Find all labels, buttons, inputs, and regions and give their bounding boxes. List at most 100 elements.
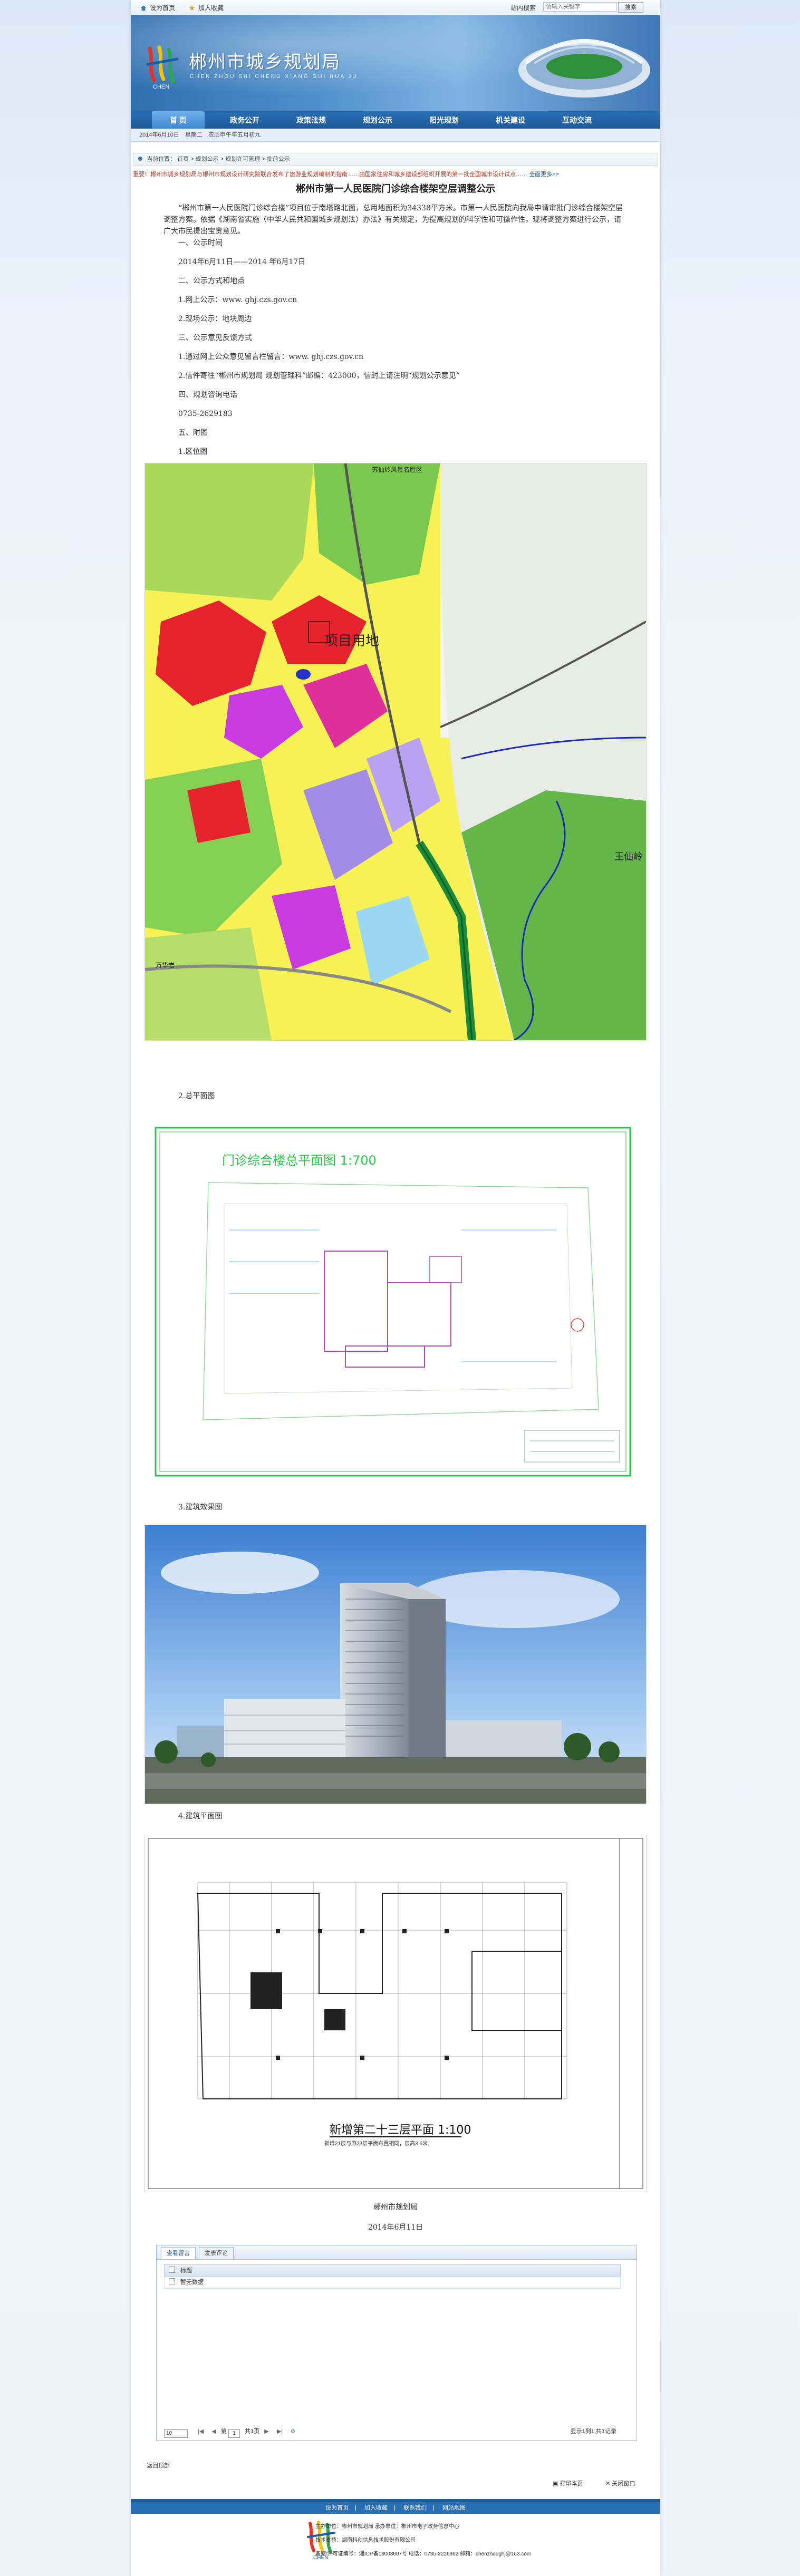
article-intro: “郴州市第一人民医院门诊综合楼”项目位于南塔路北面，总用地面积为34338平方米… — [163, 204, 623, 236]
first-page-button[interactable]: |◀ — [198, 2426, 204, 2437]
building-rendering — [144, 1525, 647, 1804]
figure-4-caption: 4.建筑平面图 — [178, 1812, 223, 1820]
comments-panel: 查看留言 发表评论 标题 暂无数据 10 |◀ ◀ 第 1 共1页 ▶ ▶| ⟳… — [156, 2245, 637, 2441]
site-subtitle: CHEN ZHOU SHI CHENG XIANG GUI HUA JU — [190, 74, 358, 80]
notice-period: 2014年6月11日——2014 年6月17日 — [178, 258, 306, 266]
search-input[interactable] — [543, 2, 617, 12]
header-banner: CHEN 郴州市城乡规划局 CHEN ZHOU SHI CHENG XIANG … — [131, 15, 660, 111]
consult-phone: 0735-2629183 — [178, 410, 233, 418]
figure-3-caption: 3.建筑效果图 — [178, 1503, 223, 1512]
home-icon — [141, 5, 146, 11]
tab-view-comments[interactable]: 查看留言 — [161, 2247, 196, 2259]
comments-table-header: 标题 — [164, 2264, 621, 2277]
news-ticker[interactable]: 重要！郴州市城乡规划局与郴州市规划设计研究院联合发布了旅游业规划编制的指南……由… — [133, 170, 657, 179]
floor-plan-drawing: 新增第二十三层平面 1:100 新增21层与原23层平面布置相同，层高3.6米 — [145, 1835, 646, 2192]
search-label: 站内搜索 — [510, 4, 536, 12]
floor-plan: 新增第二十三层平面 1:100 新增21层与原23层平面布置相同，层高3.6米 — [144, 1835, 647, 2192]
site-title: 郴州市城乡规划局 — [189, 52, 341, 73]
site-plan-title: 门诊综合楼总平面图 1:700 — [222, 1153, 377, 1168]
add-favorite-label: 加入收藏 — [198, 4, 224, 12]
logo-text: CHEN — [153, 84, 169, 90]
add-favorite-link[interactable]: 加入收藏 — [189, 3, 224, 12]
location-icon — [138, 157, 142, 161]
next-page-button[interactable]: ▶ — [264, 2426, 268, 2437]
map-label-right: 王仙岭 — [614, 851, 643, 863]
location-map: 苏仙岭风景名胜区 项目用地 王仙岭 万华岩 — [144, 463, 647, 1041]
search-button[interactable]: 搜索 — [618, 2, 643, 13]
select-all-checkbox[interactable] — [169, 2267, 175, 2273]
refresh-icon[interactable]: ⟳ — [291, 2426, 295, 2437]
page-number-input[interactable]: 1 — [228, 2429, 240, 2438]
section-1-heading: 一、公示时间 — [178, 239, 223, 247]
footer-sponsor: 主办单位：郴州市规划局 承办单位：郴州市电子政务信息中心 — [315, 2524, 459, 2530]
figure-2-caption: 2.总平面图 — [178, 1092, 215, 1100]
pagination: 10 |◀ ◀ 第 1 共1页 ▶ ▶| ⟳ 显示1到1,共1记录 — [164, 2426, 620, 2438]
nav-item-planning-notice[interactable]: 规划公示 — [351, 111, 404, 129]
site-plan: 门诊综合楼总平面图 1:700 — [144, 1124, 647, 1480]
bureau-logo: CHEN — [146, 45, 179, 90]
page-size-select[interactable]: 10 — [164, 2429, 188, 2438]
back-to-top-link[interactable]: 返回顶部 — [147, 2461, 170, 2470]
footer-set-home[interactable]: 设为首页 — [325, 2505, 349, 2511]
breadcrumb-prefix: 当前位置： — [147, 156, 176, 162]
footer-sitemap[interactable]: 网站地图 — [442, 2505, 466, 2511]
onsite-notice: 2.现场公示：地块周边 — [178, 315, 252, 323]
footer-contact[interactable]: 联系我们 — [403, 2505, 427, 2511]
print-page-label: 打印本页 — [560, 2481, 583, 2487]
map-label-park: 苏仙岭风景名胜区 — [372, 466, 422, 473]
section-3-heading: 三、公示意见反馈方式 — [178, 334, 252, 342]
floor-plan-title: 新增第二十三层平面 1:100 — [330, 2124, 471, 2137]
nav-item-policies[interactable]: 政策法规 — [285, 111, 338, 129]
nav-item-sunshine-planning[interactable]: 阳光规划 — [418, 111, 470, 129]
nav-item-interaction[interactable]: 互动交流 — [551, 111, 603, 129]
map-label-site: 项目用地 — [324, 633, 379, 649]
news-ticker-more[interactable]: 全面更多>> — [529, 171, 559, 178]
close-icon: ✕ — [605, 2481, 612, 2487]
last-page-button[interactable]: ▶| — [277, 2426, 283, 2437]
current-weekday: 星期二 — [185, 132, 203, 138]
main-nav: 首 页 政务公开 政策法规 规划公示 阳光规划 机关建设 互动交流 — [131, 111, 660, 129]
empty-data-text: 暂无数据 — [180, 2279, 204, 2286]
article-title: 郴州市第一人民医院门诊综合楼架空层调整公示 — [296, 183, 495, 195]
breadcrumb-planning-notice[interactable]: 规划公示 — [196, 156, 219, 162]
nav-item-home[interactable]: 首 页 — [152, 111, 205, 129]
lunar-date: 农历甲午年五月初九 — [208, 132, 261, 138]
section-2-heading: 二、公示方式和地点 — [178, 277, 245, 285]
section-4-heading: 四、规划咨询电话 — [178, 391, 237, 399]
site-plan-drawing: 门诊综合楼总平面图 1:700 — [145, 1125, 646, 1480]
print-page-link[interactable]: ▣ 打印本页 — [553, 2479, 583, 2487]
breadcrumb-home[interactable]: 首页 — [177, 156, 189, 162]
date-bar: 2014年6月10日 星期二 农历甲午年五月初九 — [131, 129, 660, 142]
close-window-link[interactable]: ✕ 关闭窗口 — [605, 2479, 635, 2487]
comments-tabs: 查看留言 发表评论 — [157, 2245, 637, 2260]
close-window-label: 关闭窗口 — [612, 2481, 635, 2487]
issue-date: 2014年6月11日 — [368, 2223, 423, 2232]
location-map-drawing: 苏仙岭风景名胜区 项目用地 王仙岭 万华岩 — [145, 463, 646, 1040]
footer-add-favorite[interactable]: 加入收藏 — [364, 2505, 388, 2511]
prev-page-button[interactable]: ◀ — [211, 2426, 216, 2437]
page-container: 设为首页 加入收藏 站内搜索 搜索 CHEN 郴州市城乡规划局 CHEN ZHO… — [131, 0, 660, 2576]
top-bar: 设为首页 加入收藏 站内搜索 搜索 — [131, 0, 660, 15]
page-total: 共1页 — [245, 2428, 260, 2435]
nav-item-organization[interactable]: 机关建设 — [484, 111, 537, 129]
tab-post-comment[interactable]: 发表评论 — [199, 2247, 234, 2259]
floor-plan-note: 新增21层与原23层平面布置相同，层高3.6米 — [324, 2140, 428, 2147]
page-label: 第 — [220, 2428, 227, 2435]
footer-nav: 设为首页 | 加入收藏 | 联系我们 | 网站地图 — [131, 2502, 660, 2514]
stadium-illustration — [518, 39, 650, 98]
breadcrumb-permit-management[interactable]: 规划许可管理 — [225, 156, 260, 162]
feedback-online: 1.通过网上公众意见留言栏留言：www. ghj.czs.gov.cn — [178, 353, 364, 361]
issuer-signature: 郴州市规划局 — [373, 2203, 418, 2212]
breadcrumb-pre-approval[interactable]: 批前公示 — [267, 156, 290, 162]
set-home-link[interactable]: 设为首页 — [140, 3, 175, 12]
footer-license: 备案/许可证编号：湘ICP备13003607号 电话：0735-2226362 … — [315, 2551, 532, 2557]
printer-icon: ▣ — [553, 2481, 560, 2487]
star-icon — [189, 5, 195, 11]
feedback-mail: 2.信件寄往“郴州市规划局 规划管理科”邮编：423000，信封上请注明“规划公… — [178, 372, 460, 380]
column-title: 标题 — [180, 2268, 192, 2274]
row-checkbox[interactable] — [169, 2278, 175, 2284]
nav-item-government-affairs[interactable]: 政务公开 — [218, 111, 271, 129]
table-row: 暂无数据 — [164, 2277, 621, 2289]
breadcrumb: 当前位置： 首页 > 规划公示 > 规划许可管理 > 批前公示 — [133, 153, 658, 166]
building-rendering-drawing — [145, 1525, 646, 1804]
